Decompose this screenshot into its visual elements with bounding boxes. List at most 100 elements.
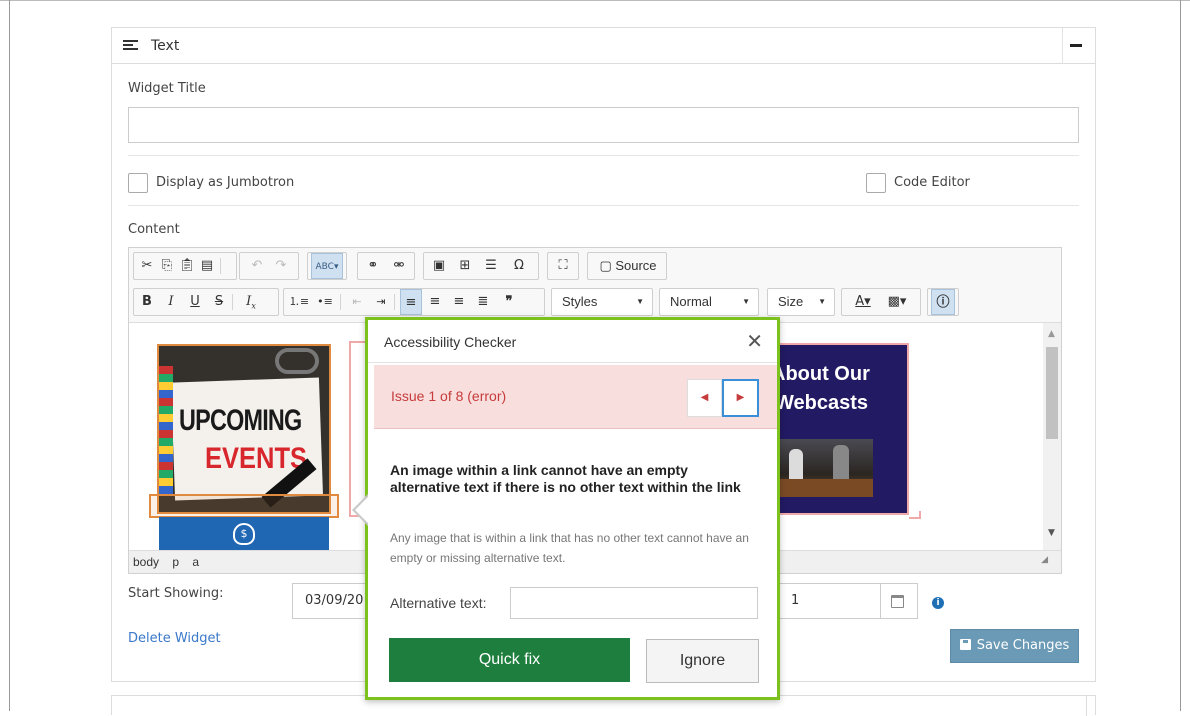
panel-photo — [775, 439, 873, 497]
bold-icon[interactable]: B — [136, 289, 158, 315]
alt-text-label: Alternative text: — [390, 595, 487, 611]
path-p[interactable]: p — [172, 555, 179, 569]
events-image-text-1: UPCOMING — [179, 404, 302, 437]
table-graphic — [775, 479, 873, 497]
dialog-title: Accessibility Checker — [384, 334, 517, 350]
divider — [128, 155, 1079, 156]
widget-title-input[interactable] — [128, 107, 1079, 143]
strike-icon[interactable]: S — [208, 289, 230, 315]
bullet-list-icon[interactable]: •≡ — [314, 289, 336, 315]
issue-message: An image within a link cannot have an em… — [390, 462, 741, 495]
selected-link-highlight[interactable] — [149, 494, 339, 518]
remove-format-icon[interactable]: Ix — [240, 289, 262, 315]
resize-grip-icon[interactable]: ◢ — [1041, 548, 1048, 570]
table-icon[interactable]: ⊞ — [454, 253, 476, 279]
undo-icon[interactable]: ↶ — [246, 253, 268, 279]
save-changes-button[interactable]: Save Changes — [950, 629, 1079, 663]
paragraph-group: ⒈≡ •≡ ⇤ ⇥ ≡ ≡ ≡ ≣ ❞ — [283, 288, 545, 316]
widget-title-label: Widget Title — [128, 81, 206, 96]
frame-right-border — [1180, 0, 1181, 711]
accessibility-checker-dialog: Accessibility Checker ✕ Issue 1 of 8 (er… — [352, 317, 780, 700]
toolbar-separator — [220, 258, 221, 274]
special-char-icon[interactable]: Ω — [508, 253, 530, 279]
pencils-graphic — [159, 366, 173, 496]
close-icon[interactable]: ✕ — [746, 329, 763, 354]
image-icon[interactable]: ▣ — [428, 253, 450, 279]
scroll-thumb[interactable] — [1046, 347, 1058, 439]
scroll-down-icon[interactable]: ▼ — [1048, 528, 1055, 538]
calendar-icon[interactable] — [891, 595, 904, 608]
size-dropdown[interactable]: Size ▼ — [767, 288, 835, 316]
toolbar-separator — [232, 294, 233, 310]
issue-banner: Issue 1 of 8 (error) ◀ ▶ — [374, 365, 777, 429]
scroll-up-icon[interactable]: ▲ — [1048, 329, 1055, 339]
save-label: Save Changes — [976, 638, 1070, 653]
cut-icon[interactable]: ✂ — [136, 253, 158, 279]
clipboard-group: ✂ ⎘ 📋︎ ▤ — [133, 252, 237, 280]
next-issue-button[interactable]: ▶ — [722, 379, 759, 417]
accessibility-checker-icon[interactable]: ⓘ — [931, 289, 955, 315]
blockquote-icon[interactable]: ❞ — [498, 289, 520, 315]
code-editor-label: Code Editor — [894, 175, 970, 190]
link-icon[interactable]: ⚭ — [362, 253, 384, 279]
person-graphic — [833, 445, 849, 479]
editor-scrollbar[interactable]: ▲ ▼ — [1043, 323, 1061, 550]
insert-group: ▣ ⊞ ☰ Ω — [423, 252, 539, 280]
format-dropdown[interactable]: Normal ▼ — [659, 288, 759, 316]
outdent-icon[interactable]: ⇤ — [346, 289, 368, 315]
dropdown-arrow-icon: ▼ — [742, 297, 750, 306]
quick-fix-button[interactable]: Quick fix — [389, 638, 630, 682]
link-group: ⚭ ⚮ — [357, 252, 415, 280]
start-showing-label: Start Showing: — [128, 586, 224, 601]
underline-icon[interactable]: U — [184, 289, 206, 315]
undo-group: ↶ ↷ — [239, 252, 299, 280]
info-icon[interactable]: i — [932, 597, 944, 609]
upcoming-events-image[interactable]: UPCOMING EVENTS — [157, 344, 331, 514]
blue-image[interactable]: $ — [159, 517, 329, 550]
maximize-group: ⛶ — [547, 252, 579, 280]
jumbotron-label: Display as Jumbotron — [156, 175, 295, 190]
delete-widget-link[interactable]: Delete Widget — [128, 631, 221, 646]
format-label: Normal — [670, 294, 712, 309]
text-color-icon[interactable]: A▾ — [848, 289, 878, 315]
image-link-outline — [909, 511, 921, 519]
code-editor-checkbox[interactable] — [866, 173, 886, 193]
toolbar-separator — [394, 294, 395, 310]
header-divider — [1062, 28, 1063, 64]
alt-text-input[interactable] — [510, 587, 758, 619]
path-body[interactable]: body — [133, 555, 159, 569]
paste-icon[interactable]: 📋︎ — [176, 253, 198, 279]
paper-clip-graphic — [275, 348, 319, 374]
bg-color-icon[interactable]: ▩▾ — [882, 289, 912, 315]
a11y-group: ⓘ — [927, 288, 959, 316]
panel-header: Text — [112, 28, 1095, 64]
size-label: Size — [778, 294, 804, 309]
unlink-icon[interactable]: ⚮ — [388, 253, 410, 279]
numbered-list-icon[interactable]: ⒈≡ — [288, 289, 310, 315]
copy-icon[interactable]: ⎘ — [156, 253, 178, 279]
align-right-icon[interactable]: ≡ — [448, 289, 470, 315]
path-a[interactable]: a — [192, 555, 199, 569]
indent-icon[interactable]: ⇥ — [370, 289, 392, 315]
horizontal-line-icon[interactable]: ☰ — [480, 253, 502, 279]
jumbotron-checkbox[interactable] — [128, 173, 148, 193]
collapse-button[interactable] — [1070, 44, 1082, 47]
dialog-header: Accessibility Checker ✕ — [368, 320, 777, 363]
source-group: ▢ Source — [587, 252, 667, 280]
spellcheck-icon[interactable]: ABC▾ — [311, 253, 343, 279]
color-group: A▾ ▩▾ — [841, 288, 921, 316]
previous-issue-button[interactable]: ◀ — [687, 379, 722, 417]
align-left-icon[interactable]: ≡ — [400, 289, 422, 315]
maximize-icon[interactable]: ⛶ — [552, 253, 574, 279]
webcasts-image[interactable]: About Our Webcasts — [769, 343, 909, 515]
italic-icon[interactable]: I — [160, 289, 182, 315]
paste-text-icon[interactable]: ▤ — [196, 253, 218, 279]
styles-dropdown[interactable]: Styles ▼ — [551, 288, 653, 316]
webcasts-image-text-1: About Our — [771, 363, 870, 385]
ignore-button[interactable]: Ignore — [646, 639, 759, 683]
source-button[interactable]: ▢ Source — [592, 253, 664, 279]
source-label: Source — [615, 258, 657, 273]
justify-icon[interactable]: ≣ — [472, 289, 494, 315]
redo-icon[interactable]: ↷ — [270, 253, 292, 279]
align-center-icon[interactable]: ≡ — [424, 289, 446, 315]
